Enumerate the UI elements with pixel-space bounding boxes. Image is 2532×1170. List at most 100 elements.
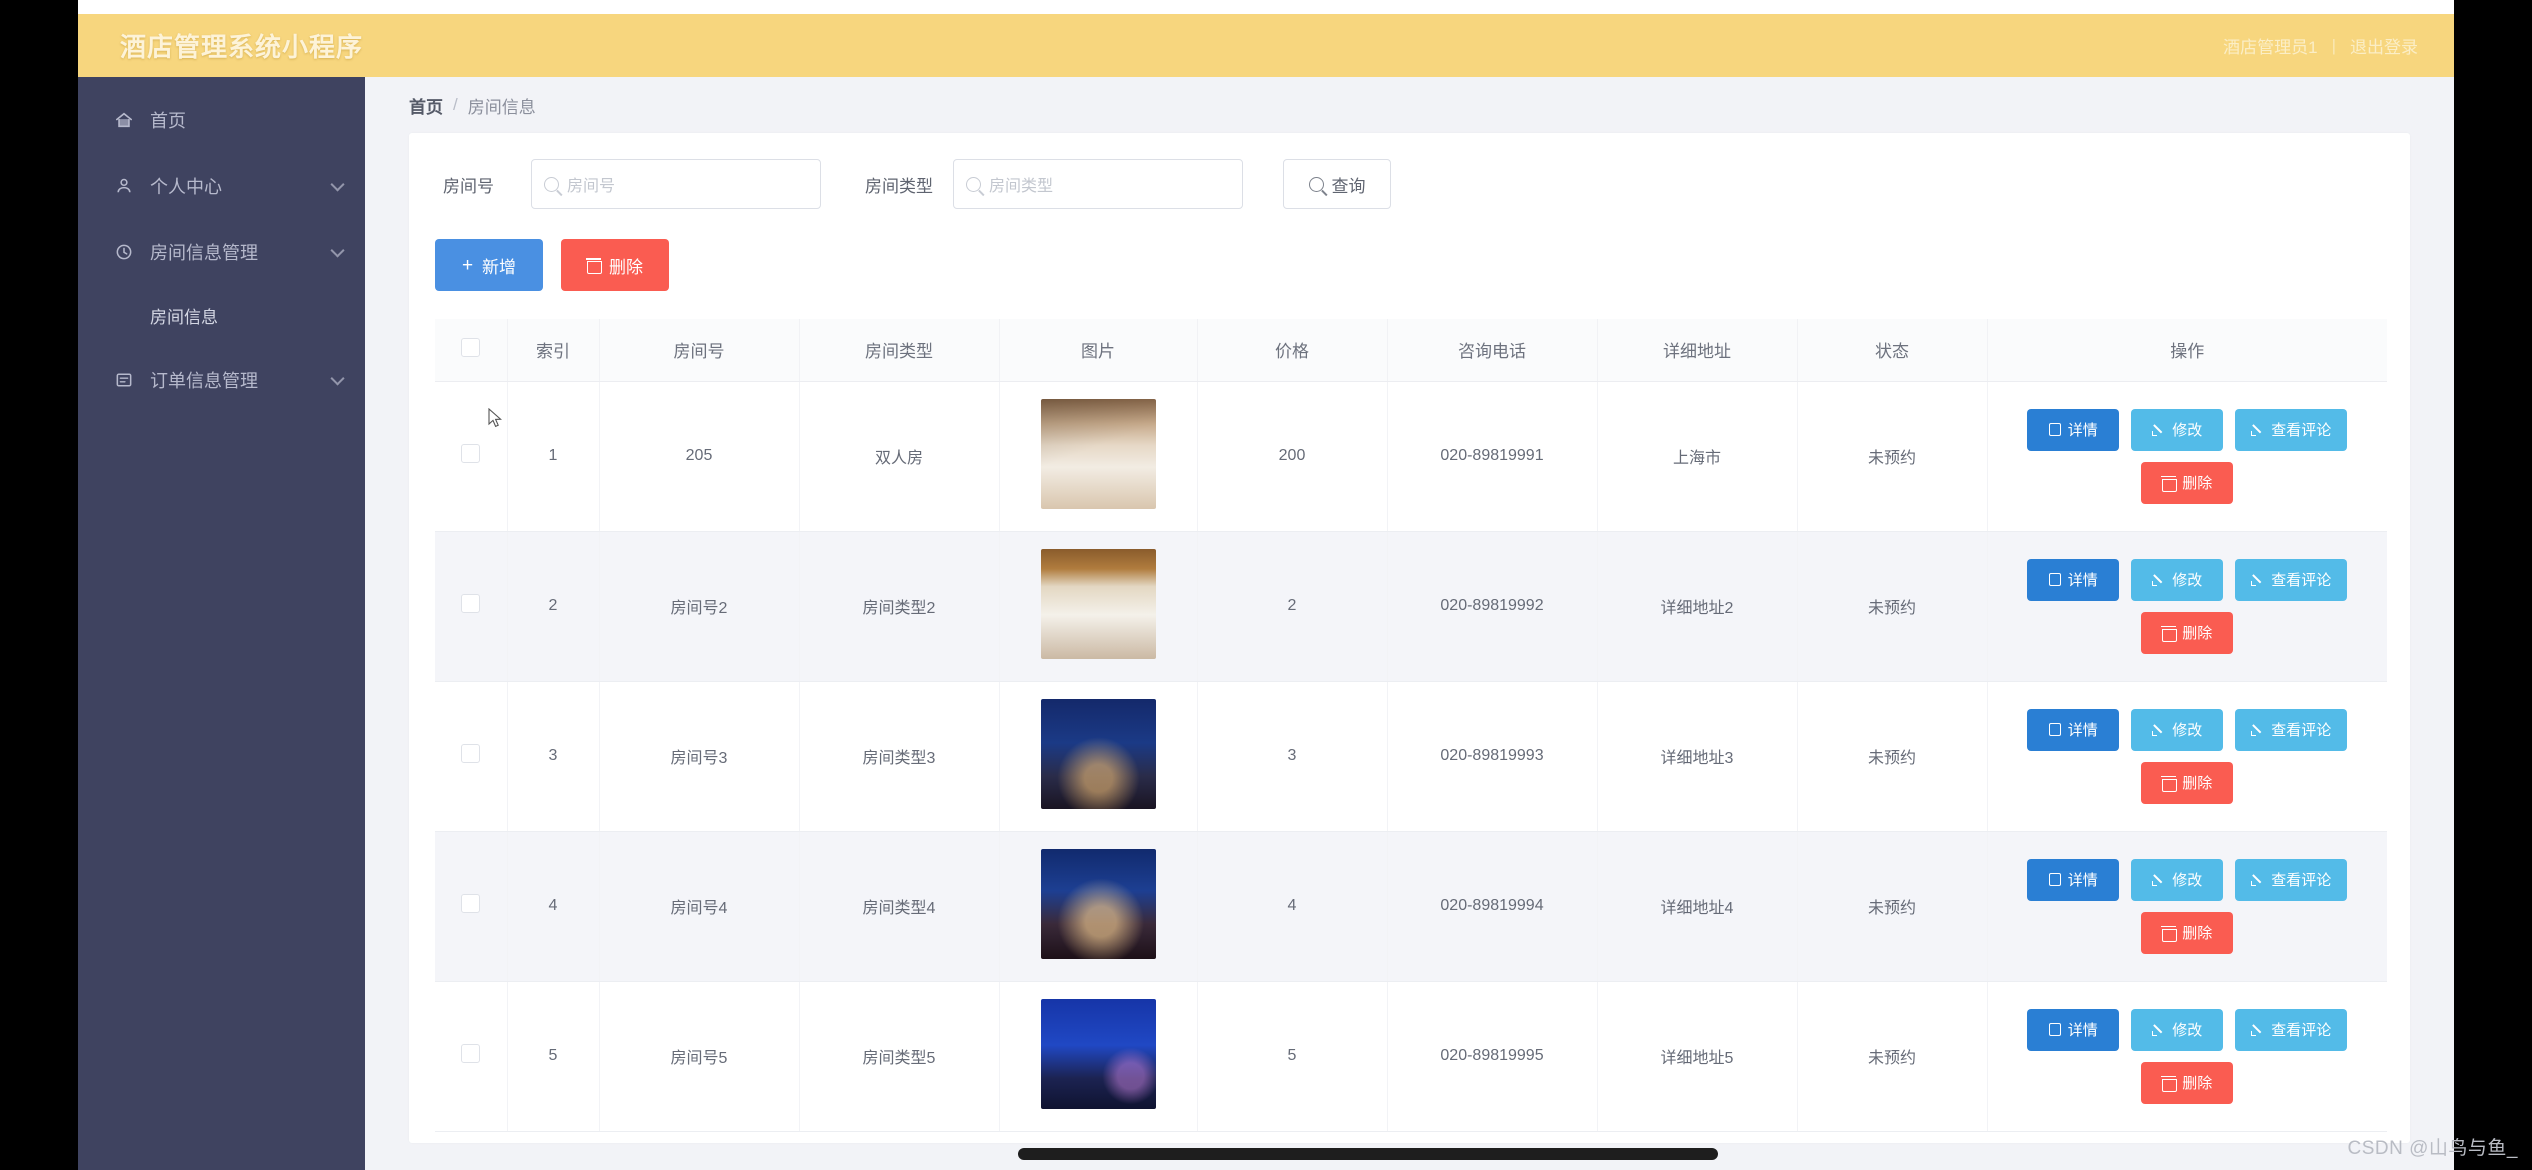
document-icon [2048, 723, 2061, 736]
cell-operations: 详情 修改 查看评论删除 [1987, 681, 2387, 832]
detail-button[interactable]: 详情 [2027, 558, 2120, 601]
row-delete-button[interactable]: 删除 [2141, 761, 2234, 804]
sidebar-item-order-info-management[interactable]: 订单信息管理 [78, 355, 365, 405]
room-no-label: 房间号 [443, 176, 494, 196]
row-delete-button[interactable]: 删除 [2141, 461, 2234, 504]
view-comments-button[interactable]: 查看评论 [2235, 1008, 2348, 1051]
document-icon [2048, 423, 2061, 436]
room-no-input-wrapper[interactable]: 房间号 [531, 159, 821, 209]
room-type-input-wrapper[interactable]: 房间类型 [953, 159, 1243, 209]
pencil-icon [2152, 573, 2166, 586]
room-no-input[interactable]: 房间号 [567, 172, 615, 196]
cell-address: 详细地址4 [1597, 831, 1798, 982]
search-icon [966, 176, 985, 194]
row-delete-button-label: 删除 [2182, 1075, 2213, 1092]
main-content: 首页 / 房间信息 房间号 房间号 房间类型 房间类型 查询 + 新增 删除 索… [365, 77, 2454, 1170]
room-table-wrapper: 索引 房间号 房间类型 图片 价格 咨询电话 详细地址 状态 操作 1 205 双人… [435, 319, 2387, 1132]
room-type-input[interactable]: 房间类型 [989, 172, 1053, 196]
row-delete-button[interactable]: 删除 [2141, 911, 2234, 954]
add-button[interactable]: + 新增 [435, 239, 543, 291]
row-operations: 详情 修改 查看评论删除 [1988, 1008, 2388, 1104]
horizontal-scrollbar[interactable] [1018, 1148, 1718, 1160]
row-delete-button-label: 删除 [2182, 775, 2213, 792]
cell-room-type: 房间类型5 [799, 981, 1000, 1132]
delete-button[interactable]: 删除 [561, 239, 669, 291]
cell-price: 2 [1197, 531, 1388, 682]
plus-icon: + [461, 254, 474, 276]
current-user-label[interactable]: 酒店管理员1 [2223, 33, 2317, 58]
cell-price: 5 [1197, 981, 1388, 1132]
detail-button[interactable]: 详情 [2027, 858, 2120, 901]
view-comments-button[interactable]: 查看评论 [2235, 408, 2348, 451]
row-select-cell [435, 381, 508, 532]
trash-icon [2161, 1075, 2178, 1092]
search-button-label: 查询 [1331, 176, 1366, 196]
trash-icon [2161, 625, 2178, 642]
cell-room-type: 房间类型4 [799, 831, 1000, 982]
document-icon [2048, 873, 2061, 886]
table-row: 5 房间号5 房间类型5 5 020-89819995 详细地址5 未预约 详情 修改 查看评论删… [435, 981, 2388, 1132]
sidebar-item-room-info[interactable]: 房间信息 [78, 293, 365, 337]
home-icon [112, 111, 136, 129]
room-thumbnail[interactable] [1040, 398, 1156, 509]
row-checkbox[interactable] [461, 444, 481, 463]
select-all-header [435, 319, 508, 382]
cell-status: 未预约 [1797, 381, 1988, 532]
row-delete-button-label: 删除 [2182, 625, 2213, 642]
cell-phone: 020-89819994 [1387, 831, 1598, 982]
detail-button-label: 详情 [2067, 572, 2098, 589]
detail-button[interactable]: 详情 [2027, 708, 2120, 751]
detail-button[interactable]: 详情 [2027, 1008, 2120, 1051]
user-icon [112, 177, 136, 195]
room-thumbnail[interactable] [1040, 998, 1156, 1109]
view-comments-button[interactable]: 查看评论 [2235, 708, 2348, 751]
logout-link[interactable]: 退出登录 [2350, 33, 2418, 58]
room-thumbnail[interactable] [1040, 548, 1156, 659]
column-header-price: 价格 [1197, 319, 1388, 382]
room-no-filter-group: 房间号 房间号 [435, 159, 821, 209]
cell-address: 上海市 [1597, 381, 1798, 532]
breadcrumb-root[interactable]: 首页 [409, 93, 443, 118]
room-thumbnail[interactable] [1040, 848, 1156, 959]
row-delete-button[interactable]: 删除 [2141, 611, 2234, 654]
select-all-checkbox[interactable] [461, 337, 481, 357]
row-checkbox[interactable] [461, 744, 481, 763]
row-checkbox[interactable] [461, 1044, 481, 1063]
row-checkbox[interactable] [461, 594, 481, 613]
column-header-operations: 操作 [1987, 319, 2387, 382]
document-icon [2048, 1023, 2061, 1036]
row-operations: 详情 修改 查看评论删除 [1988, 558, 2388, 654]
content-card: 房间号 房间号 房间类型 房间类型 查询 + 新增 删除 索引 房间号 房间类型… [409, 133, 2410, 1143]
edit-button[interactable]: 修改 [2131, 558, 2224, 601]
sidebar-item-room-info-management[interactable]: 房间信息管理 [78, 227, 365, 277]
pencil-icon [2251, 423, 2265, 436]
row-delete-button[interactable]: 删除 [2141, 1061, 2234, 1104]
detail-button[interactable]: 详情 [2027, 408, 2120, 451]
edit-button[interactable]: 修改 [2131, 858, 2224, 901]
cell-phone: 020-89819993 [1387, 681, 1598, 832]
edit-button[interactable]: 修改 [2131, 408, 2224, 451]
pencil-icon [2152, 723, 2166, 736]
table-header: 索引 房间号 房间类型 图片 价格 咨询电话 详细地址 状态 操作 [435, 319, 2387, 382]
search-button[interactable]: 查询 [1283, 159, 1391, 209]
row-checkbox[interactable] [461, 894, 481, 913]
column-header-image: 图片 [999, 319, 1198, 382]
pencil-icon [2251, 873, 2265, 886]
letterbox-right [2454, 0, 2532, 1170]
chevron-down-icon [330, 177, 345, 192]
sidebar-item-personal-center[interactable]: 个人中心 [78, 161, 365, 211]
edit-button[interactable]: 修改 [2131, 708, 2224, 751]
edit-button-label: 修改 [2172, 422, 2203, 439]
edit-button[interactable]: 修改 [2131, 1008, 2224, 1051]
pencil-icon [2152, 1023, 2166, 1036]
sidebar-item-home[interactable]: 首页 [78, 95, 365, 145]
view-comments-button[interactable]: 查看评论 [2235, 858, 2348, 901]
column-header-index: 索引 [507, 319, 600, 382]
detail-button-label: 详情 [2067, 722, 2098, 739]
cell-status: 未预约 [1797, 981, 1988, 1132]
room-thumbnail[interactable] [1040, 698, 1156, 809]
cell-room-type: 房间类型3 [799, 681, 1000, 832]
cell-index: 5 [507, 981, 600, 1132]
room-table: 索引 房间号 房间类型 图片 价格 咨询电话 详细地址 状态 操作 1 205 双人… [435, 319, 2387, 1132]
view-comments-button[interactable]: 查看评论 [2235, 558, 2348, 601]
